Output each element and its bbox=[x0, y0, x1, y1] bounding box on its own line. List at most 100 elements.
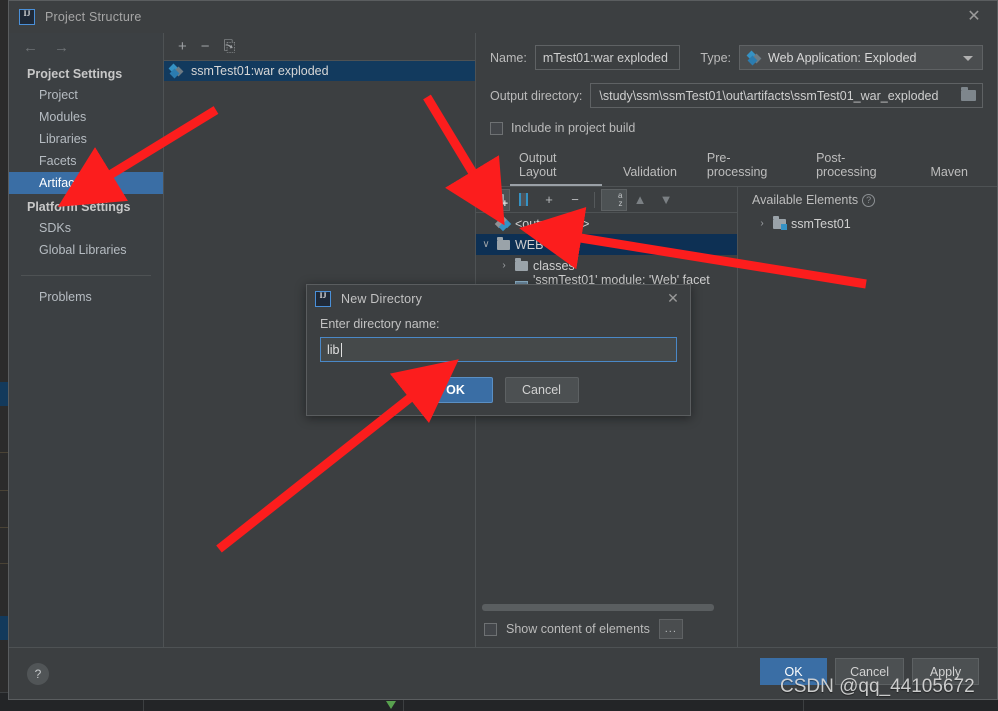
available-elements-title: Available Elements bbox=[752, 193, 859, 207]
remove-artifact-button[interactable]: − bbox=[201, 39, 210, 54]
new-directory-title: New Directory bbox=[341, 292, 423, 306]
horizontal-scrollbar[interactable] bbox=[482, 604, 714, 611]
ide-edge-marker-1 bbox=[0, 382, 8, 406]
tree-row-label: WEB-INF bbox=[515, 237, 568, 252]
available-element-item[interactable]: › ssmTest01 bbox=[738, 213, 997, 234]
text-caret bbox=[340, 342, 342, 357]
module-folder-icon bbox=[773, 215, 787, 230]
sidebar-item-global-libraries[interactable]: Global Libraries bbox=[9, 239, 163, 261]
sidebar-item-problems[interactable]: Problems bbox=[9, 286, 163, 308]
artifact-icon bbox=[168, 63, 184, 79]
tree-row[interactable]: ∨ WEB-INF bbox=[476, 234, 737, 255]
sidebar-item-facets[interactable]: Facets bbox=[9, 150, 163, 172]
sidebar-history-nav: ← → bbox=[9, 33, 163, 61]
tab-post-processing[interactable]: Post-processing bbox=[801, 147, 915, 186]
type-label: Type: bbox=[700, 50, 731, 65]
close-icon[interactable]: ✕ bbox=[665, 291, 681, 307]
output-layout-tree-panel: + − az ▲ ▼ › bbox=[476, 187, 738, 647]
help-button[interactable]: ? bbox=[27, 662, 49, 685]
move-down-button[interactable]: ▼ bbox=[653, 189, 679, 211]
add-artifact-button[interactable]: + bbox=[178, 39, 187, 54]
remove-element-button[interactable]: − bbox=[562, 189, 588, 211]
new-directory-ok-button[interactable]: OK bbox=[418, 377, 493, 403]
move-up-button[interactable]: ▲ bbox=[627, 189, 653, 211]
sidebar-item-modules[interactable]: Modules bbox=[9, 106, 163, 128]
artifact-list-item[interactable]: ssmTest01:war exploded bbox=[164, 61, 475, 81]
name-and-type-row: Name: mTest01:war exploded Type: Web App… bbox=[490, 45, 983, 70]
watermark: CSDN @qq_44105672 bbox=[780, 676, 975, 697]
sort-button[interactable]: az bbox=[601, 188, 627, 211]
new-folder-icon bbox=[490, 191, 508, 210]
available-element-label: ssmTest01 bbox=[791, 216, 851, 231]
available-elements-panel: Available Elements ? › ssmTest01 bbox=[738, 187, 997, 647]
create-directory-button[interactable] bbox=[484, 188, 510, 211]
tree-row[interactable]: › <output root> bbox=[476, 213, 737, 234]
new-directory-actions: OK Cancel bbox=[307, 377, 690, 403]
available-elements-header: Available Elements ? bbox=[738, 187, 997, 213]
chevron-right-icon[interactable]: › bbox=[756, 218, 768, 229]
directory-name-label: Enter directory name: bbox=[320, 317, 440, 331]
sidebar-divider bbox=[21, 275, 151, 276]
type-select[interactable]: Web Application: Exploded bbox=[739, 45, 983, 70]
sidebar-item-artifacts[interactable]: Artifacts bbox=[9, 172, 163, 194]
more-options-button[interactable]: ... bbox=[658, 619, 683, 639]
browse-folder-icon[interactable] bbox=[961, 87, 976, 101]
artifacts-toolbar: + − ⎘ bbox=[164, 33, 475, 61]
sidebar-group-project-settings: Project Settings bbox=[27, 67, 123, 81]
directory-name-input[interactable]: lib bbox=[320, 337, 677, 362]
output-directory-value: \study\ssm\ssmTest01\out\artifacts\ssmTe… bbox=[599, 88, 939, 103]
window-titlebar: Project Structure ✕ bbox=[9, 1, 997, 33]
new-directory-cancel-button[interactable]: Cancel bbox=[504, 377, 579, 403]
sidebar-group-platform-settings: Platform Settings bbox=[27, 200, 131, 214]
chevron-right-icon[interactable]: › bbox=[498, 260, 510, 271]
sort-az-icon: az bbox=[618, 190, 623, 208]
detail-tabs: Output Layout Validation Pre-processing … bbox=[490, 147, 983, 186]
intellij-logo-icon bbox=[19, 9, 35, 25]
output-directory-label: Output directory: bbox=[490, 88, 583, 103]
output-root-icon bbox=[494, 215, 512, 231]
copy-artifact-button[interactable]: ⎘ bbox=[224, 39, 236, 54]
ide-edge-marker-2 bbox=[0, 616, 8, 640]
output-directory-row: Output directory: \study\ssm\ssmTest01\o… bbox=[490, 83, 983, 108]
include-in-build-checkbox[interactable] bbox=[490, 121, 503, 135]
close-icon[interactable]: ✕ bbox=[965, 9, 983, 27]
name-label: Name: bbox=[490, 50, 527, 65]
tab-maven[interactable]: Maven bbox=[915, 161, 983, 186]
run-arrow-icon bbox=[386, 701, 396, 709]
chevron-icon: › bbox=[480, 218, 492, 229]
include-in-build-row[interactable]: Include in project build bbox=[490, 121, 983, 135]
tab-pre-processing[interactable]: Pre-processing bbox=[692, 147, 801, 186]
archive-icon bbox=[518, 193, 528, 206]
tab-validation[interactable]: Validation bbox=[608, 161, 692, 186]
sidebar-item-sdks[interactable]: SDKs bbox=[9, 217, 163, 239]
name-input[interactable]: mTest01:war exploded bbox=[534, 45, 681, 70]
web-application-icon bbox=[746, 50, 762, 65]
show-content-label: Show content of elements bbox=[506, 622, 650, 636]
output-directory-input[interactable]: \study\ssm\ssmTest01\out\artifacts\ssmTe… bbox=[590, 83, 983, 108]
artifact-detail-form: Name: mTest01:war exploded Type: Web App… bbox=[476, 33, 997, 186]
intellij-logo-icon bbox=[315, 291, 331, 307]
add-copy-of-button[interactable]: + bbox=[536, 189, 562, 211]
back-icon[interactable]: ← bbox=[23, 39, 38, 56]
create-archive-button[interactable] bbox=[510, 189, 536, 211]
sidebar-item-libraries[interactable]: Libraries bbox=[9, 128, 163, 150]
chevron-down-icon[interactable]: ∨ bbox=[480, 239, 492, 250]
artifact-list-item-label: ssmTest01:war exploded bbox=[191, 64, 329, 78]
tree-row-label: <output root> bbox=[515, 216, 590, 231]
new-directory-dialog: New Directory ✕ Enter directory name: li… bbox=[306, 284, 691, 416]
settings-sidebar: ← → Project Settings Project Modules Lib… bbox=[9, 33, 164, 647]
new-directory-titlebar: New Directory ✕ bbox=[307, 285, 690, 313]
window-title: Project Structure bbox=[45, 10, 142, 24]
folder-icon bbox=[497, 236, 510, 250]
output-layout-toolbar: + − az ▲ ▼ bbox=[476, 187, 737, 213]
output-layout-split: + − az ▲ ▼ › bbox=[476, 187, 997, 647]
show-content-checkbox[interactable] bbox=[484, 622, 497, 636]
help-icon[interactable]: ? bbox=[862, 193, 876, 207]
chevron-down-icon bbox=[963, 56, 973, 61]
screenshot-root: Project Structure ✕ ← → Project Settings… bbox=[0, 0, 998, 711]
tab-output-layout[interactable]: Output Layout bbox=[504, 147, 608, 186]
folder-icon bbox=[515, 257, 528, 271]
forward-icon[interactable]: → bbox=[54, 39, 69, 56]
sidebar-item-project[interactable]: Project bbox=[9, 84, 163, 106]
tree-row-label: classes bbox=[533, 258, 575, 273]
